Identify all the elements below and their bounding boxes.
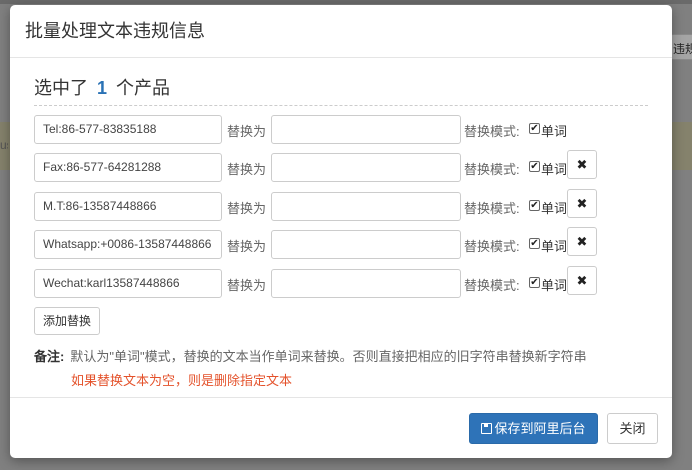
word-mode-checkbox[interactable]: ✔ [529,238,540,249]
replacement-text-input[interactable] [271,153,461,182]
selected-count: 1 [97,78,108,98]
replace-with-label: 替换为 [227,201,267,216]
word-mode-label: 单词 [541,278,568,293]
background-text: us [0,138,8,152]
add-replacement-button[interactable]: 添加替换 [34,307,100,335]
delete-row-button[interactable]: ✖ [567,189,597,218]
floppy-disk-icon [481,423,493,434]
replace-row: Whatsapp:+0086-13587448866 替换为 替换模式: ✔ 单词 ✖ [34,227,654,260]
background-topbar [0,0,692,4]
delete-row-button[interactable]: ✖ [567,227,597,256]
word-mode-label: 单词 [541,162,568,177]
word-mode-checkbox[interactable]: ✔ [529,277,540,288]
original-text-input[interactable]: Tel:86-577-83835188 [34,115,222,144]
original-text-input[interactable]: Fax:86-577-64281288 [34,153,222,182]
replace-mode-label: 替换模式: [464,201,520,216]
replace-row: M.T:86-13587448866 替换为 替换模式: ✔ 单词 ✖ [34,189,654,222]
selected-prefix: 选中了 [34,78,88,98]
replace-dialog: 批量处理文本违规信息 选中了 1 个产品 Tel:86-577-83835188 替换… [10,5,672,458]
original-text-input[interactable]: Whatsapp:+0086-13587448866 [34,230,222,259]
replace-mode-label: 替换模式: [464,162,520,177]
word-mode-checkbox[interactable]: ✔ [529,161,540,172]
replace-mode-label: 替换模式: [464,278,520,293]
replace-with-label: 替换为 [227,124,267,139]
dialog-footer: 保存到阿里后台 关闭 [10,397,672,458]
note-label: 备注: [34,349,65,364]
note-warning: 如果替换文本为空，则是删除指定文本 [71,373,293,388]
replace-with-label: 替换为 [227,162,267,177]
replace-with-label: 替换为 [227,239,267,254]
word-mode-label: 单词 [541,201,568,216]
selected-summary: 选中了 1 个产品 [34,74,170,100]
replacement-text-input[interactable] [271,230,461,259]
note-text: 默认为"单词"模式，替换的文本当作单词来替换。否则直接把相应的旧字符串替换新字符… [70,349,587,364]
save-to-alibaba-button[interactable]: 保存到阿里后台 [469,413,598,444]
close-icon: ✖ [576,273,588,288]
dialog-header: 批量处理文本违规信息 [10,5,672,58]
note: 备注: 默认为"单词"模式，替换的文本当作单词来替换。否则直接把相应的旧字符串替换… [34,346,587,365]
close-icon: ✖ [576,157,588,172]
replace-with-label: 替换为 [227,278,267,293]
replace-mode-label: 替换模式: [464,124,520,139]
close-button[interactable]: 关闭 [607,413,658,444]
save-button-label: 保存到阿里后台 [494,421,586,436]
word-mode-checkbox[interactable]: ✔ [529,200,540,211]
close-icon: ✖ [576,196,588,211]
delete-row-button[interactable]: ✖ [567,266,597,295]
background-button: 违规 [670,34,692,60]
dialog-title: 批量处理文本违规信息 [25,21,205,41]
word-mode-checkbox[interactable]: ✔ [529,123,540,134]
replace-mode-label: 替换模式: [464,239,520,254]
replacement-text-input[interactable] [271,192,461,221]
replacement-text-input[interactable] [271,115,461,144]
replace-row: Tel:86-577-83835188 替换为 替换模式: ✔ 单词 [34,115,654,145]
word-mode-label: 单词 [541,124,568,139]
replace-row: Fax:86-577-64281288 替换为 替换模式: ✔ 单词 ✖ [34,150,654,183]
divider [34,105,648,106]
selected-suffix: 个产品 [116,78,171,98]
original-text-input[interactable]: M.T:86-13587448866 [34,192,222,221]
word-mode-label: 单词 [541,239,568,254]
original-text-input[interactable]: Wechat:karl13587448866 [34,269,222,298]
replace-row: Wechat:karl13587448866 替换为 替换模式: ✔ 单词 ✖ [34,266,654,299]
replacement-text-input[interactable] [271,269,461,298]
delete-row-button[interactable]: ✖ [567,150,597,179]
close-icon: ✖ [576,234,588,249]
